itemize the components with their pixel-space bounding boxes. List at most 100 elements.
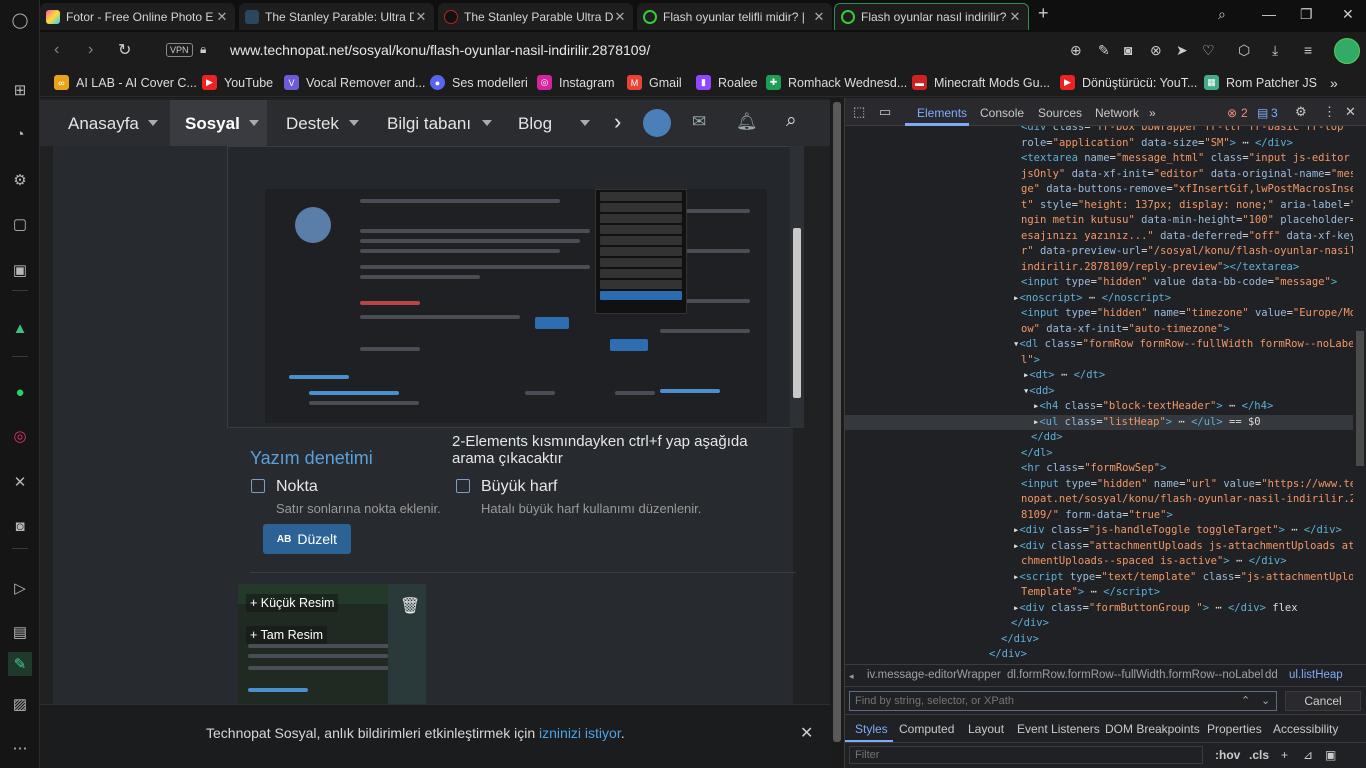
- cancel-button[interactable]: Cancel: [1285, 691, 1361, 711]
- robot-icon[interactable]: ⚙: [8, 168, 32, 192]
- elements-scrollbar-thumb[interactable]: [1356, 331, 1364, 466]
- dom-node-line[interactable]: ▾<dl class="formRow formRow--fullWidth f…: [845, 337, 1353, 353]
- x-twitter-icon[interactable]: ✕: [8, 470, 32, 494]
- find-next-icon[interactable]: ⌄: [1261, 694, 1270, 707]
- chevron-down-icon[interactable]: [148, 120, 158, 126]
- twitch-icon[interactable]: ▢: [8, 212, 32, 236]
- dom-node-line[interactable]: nopat.net/sosyal/konu/flash-oyunlar-nasi…: [845, 492, 1353, 508]
- close-icon[interactable]: ✕: [1345, 104, 1356, 120]
- dom-node-line[interactable]: Template"> ⋯ </script>: [845, 585, 1353, 601]
- dom-node-line[interactable]: ▸<div class="js-handleToggle toggleTarge…: [845, 523, 1353, 539]
- heart-icon[interactable]: ♡: [1202, 42, 1215, 59]
- gamepad-icon[interactable]: ⊞: [8, 78, 32, 102]
- dom-node-line[interactable]: </div>: [845, 616, 1353, 632]
- dom-node-line[interactable]: t" style="height: 137px; display: none;"…: [845, 198, 1353, 214]
- menu-icon[interactable]: ≡: [1304, 42, 1312, 58]
- dom-node-line[interactable]: esajınızı yazınız..." data-deferred="off…: [845, 229, 1353, 245]
- bookmark-roalee[interactable]: ▮ Roalee: [696, 75, 758, 90]
- nav-knowledge-base[interactable]: Bilgi tabanı: [387, 114, 471, 134]
- editor-scrollbar-thumb[interactable]: [793, 228, 801, 398]
- tab-dom-breakpoints[interactable]: DOM Breakpoints: [1105, 722, 1200, 736]
- instagram-icon[interactable]: ◎: [8, 424, 32, 448]
- dom-node-line[interactable]: <input type="hidden" value data-bb-code=…: [845, 275, 1353, 291]
- nav-home[interactable]: Anasayfa: [68, 114, 139, 134]
- tab-computed[interactable]: Computed: [899, 722, 954, 736]
- page-scrollbar[interactable]: [830, 98, 844, 768]
- insert-small-image-button[interactable]: + Küçük Resim: [246, 594, 339, 612]
- bookmark-youtube[interactable]: ▶ YouTube: [202, 75, 273, 90]
- nav-blog[interactable]: Blog: [518, 114, 552, 134]
- chevron-down-icon[interactable]: [482, 120, 492, 126]
- caps-checkbox[interactable]: [456, 479, 470, 493]
- mail-icon[interactable]: ✉: [692, 112, 706, 132]
- new-tab-icon[interactable]: +: [1038, 3, 1049, 24]
- hover-state-toggle[interactable]: :hov: [1215, 748, 1240, 762]
- dom-node-line[interactable]: </dd>: [845, 430, 1353, 446]
- dom-node-line[interactable]: <input type="hidden" name="url" value="h…: [845, 477, 1353, 493]
- crumb-left-icon[interactable]: ◂: [849, 671, 854, 682]
- bookmark-romhack[interactable]: ✚ Romhack Wednesd...: [766, 75, 907, 90]
- tab-flash-telif[interactable]: Flash oyunlar telifli midir? | ✕: [637, 3, 832, 30]
- download-icon[interactable]: ⤓: [1272, 42, 1278, 59]
- dom-node-line[interactable]: ▸<div class="attachmentUploads js-attach…: [845, 539, 1353, 555]
- tab-properties[interactable]: Properties: [1207, 722, 1262, 736]
- dom-node-line[interactable]: </div>: [845, 647, 1353, 663]
- close-icon[interactable]: ✕: [1008, 9, 1022, 25]
- aria-icon[interactable]: ▲: [8, 316, 32, 340]
- opera-logo-icon[interactable]: ◯: [8, 8, 32, 32]
- trash-icon[interactable]: 🗑︎: [400, 596, 420, 616]
- tab-flash-indir[interactable]: Flash oyunlar nasıl indirilir? ✕: [834, 3, 1029, 30]
- find-input[interactable]: [849, 691, 1277, 711]
- dom-node-line[interactable]: <textarea name="message_html" class="inp…: [845, 151, 1353, 167]
- class-toggle[interactable]: .cls: [1249, 748, 1269, 762]
- crumb-dd[interactable]: dd: [1265, 669, 1278, 681]
- dom-node-line[interactable]: indirilir.2878109/reply-preview"></texta…: [845, 260, 1353, 276]
- search-tabs-icon[interactable]: ⌕: [1218, 6, 1226, 23]
- close-icon[interactable]: ✕: [812, 9, 826, 25]
- device-toggle-icon[interactable]: ▭: [879, 104, 891, 120]
- styles-filter-input[interactable]: [849, 746, 1203, 764]
- inspect-icon[interactable]: ⬚: [853, 104, 865, 120]
- insert-full-image-button[interactable]: + Tam Resim: [246, 626, 328, 644]
- url-field[interactable]: www.technopat.net/sosyal/konu/flash-oyun…: [230, 42, 650, 58]
- tab-elements[interactable]: Elements: [917, 106, 967, 120]
- tab-console[interactable]: Console: [980, 106, 1024, 120]
- speedometer-icon[interactable]: ◔: [8, 122, 32, 146]
- block-icon[interactable]: ⊗: [1150, 42, 1162, 59]
- lock-icon[interactable]: 🔒︎: [200, 42, 206, 57]
- computed-sidebar-icon[interactable]: ▣: [1325, 748, 1336, 762]
- profile-avatar[interactable]: [1334, 38, 1360, 64]
- camera-icon[interactable]: ◙: [1124, 42, 1132, 58]
- fix-button[interactable]: AB Düzelt: [263, 524, 351, 554]
- user-avatar[interactable]: [643, 109, 671, 137]
- crumb-formrow[interactable]: dl.formRow.formRow--fullWidth.formRow--n…: [1007, 669, 1263, 681]
- error-count[interactable]: 2: [1241, 106, 1248, 120]
- error-count-icon[interactable]: ⊗: [1227, 106, 1237, 120]
- player-icon[interactable]: ▷: [8, 576, 32, 600]
- close-icon[interactable]: ✕: [800, 723, 813, 743]
- notification-permission-link[interactable]: izninizi istiyor: [539, 725, 621, 741]
- dom-node-line[interactable]: ngin metin kutusu" data-min-height="100"…: [845, 213, 1353, 229]
- vpn-badge[interactable]: VPN: [166, 43, 193, 57]
- tab-network[interactable]: Network: [1095, 106, 1139, 120]
- dom-node-line[interactable]: l">: [845, 353, 1353, 369]
- crumb-listheap[interactable]: ul.listHeap: [1289, 669, 1343, 681]
- message-icon[interactable]: ▤: [1257, 106, 1268, 120]
- dom-node-line[interactable]: role="application" data-size="SM"> ⋯ </d…: [845, 136, 1353, 152]
- back-icon[interactable]: ‹: [54, 41, 59, 59]
- kebab-menu-icon[interactable]: ⋮: [1323, 104, 1336, 120]
- zoom-icon[interactable]: ⊕: [1070, 42, 1082, 59]
- tab-accessibility[interactable]: Accessibility: [1273, 722, 1338, 736]
- tab-styles[interactable]: Styles: [855, 722, 888, 736]
- forward-icon[interactable]: ›: [88, 41, 93, 59]
- message-count[interactable]: 3: [1271, 106, 1278, 120]
- dom-node-line[interactable]: <div class="fr-box bbWrapper fr-ltr fr-b…: [845, 126, 1353, 136]
- add-rule-icon[interactable]: +: [1281, 748, 1288, 762]
- tab-fotor[interactable]: Fotor - Free Online Photo E ✕: [40, 3, 235, 30]
- reload-icon[interactable]: ↻: [118, 40, 131, 60]
- bookmark-ses-modelleri[interactable]: ● Ses modelleri: [430, 75, 528, 90]
- dom-node-line[interactable]: jsOnly" data-xf-init="editor" data-origi…: [845, 167, 1353, 183]
- dom-node-line[interactable]: <input type="hidden" name="timezone" val…: [845, 306, 1353, 322]
- more-icon[interactable]: ⋯: [8, 736, 32, 760]
- paint-icon[interactable]: ⊿: [1303, 748, 1313, 762]
